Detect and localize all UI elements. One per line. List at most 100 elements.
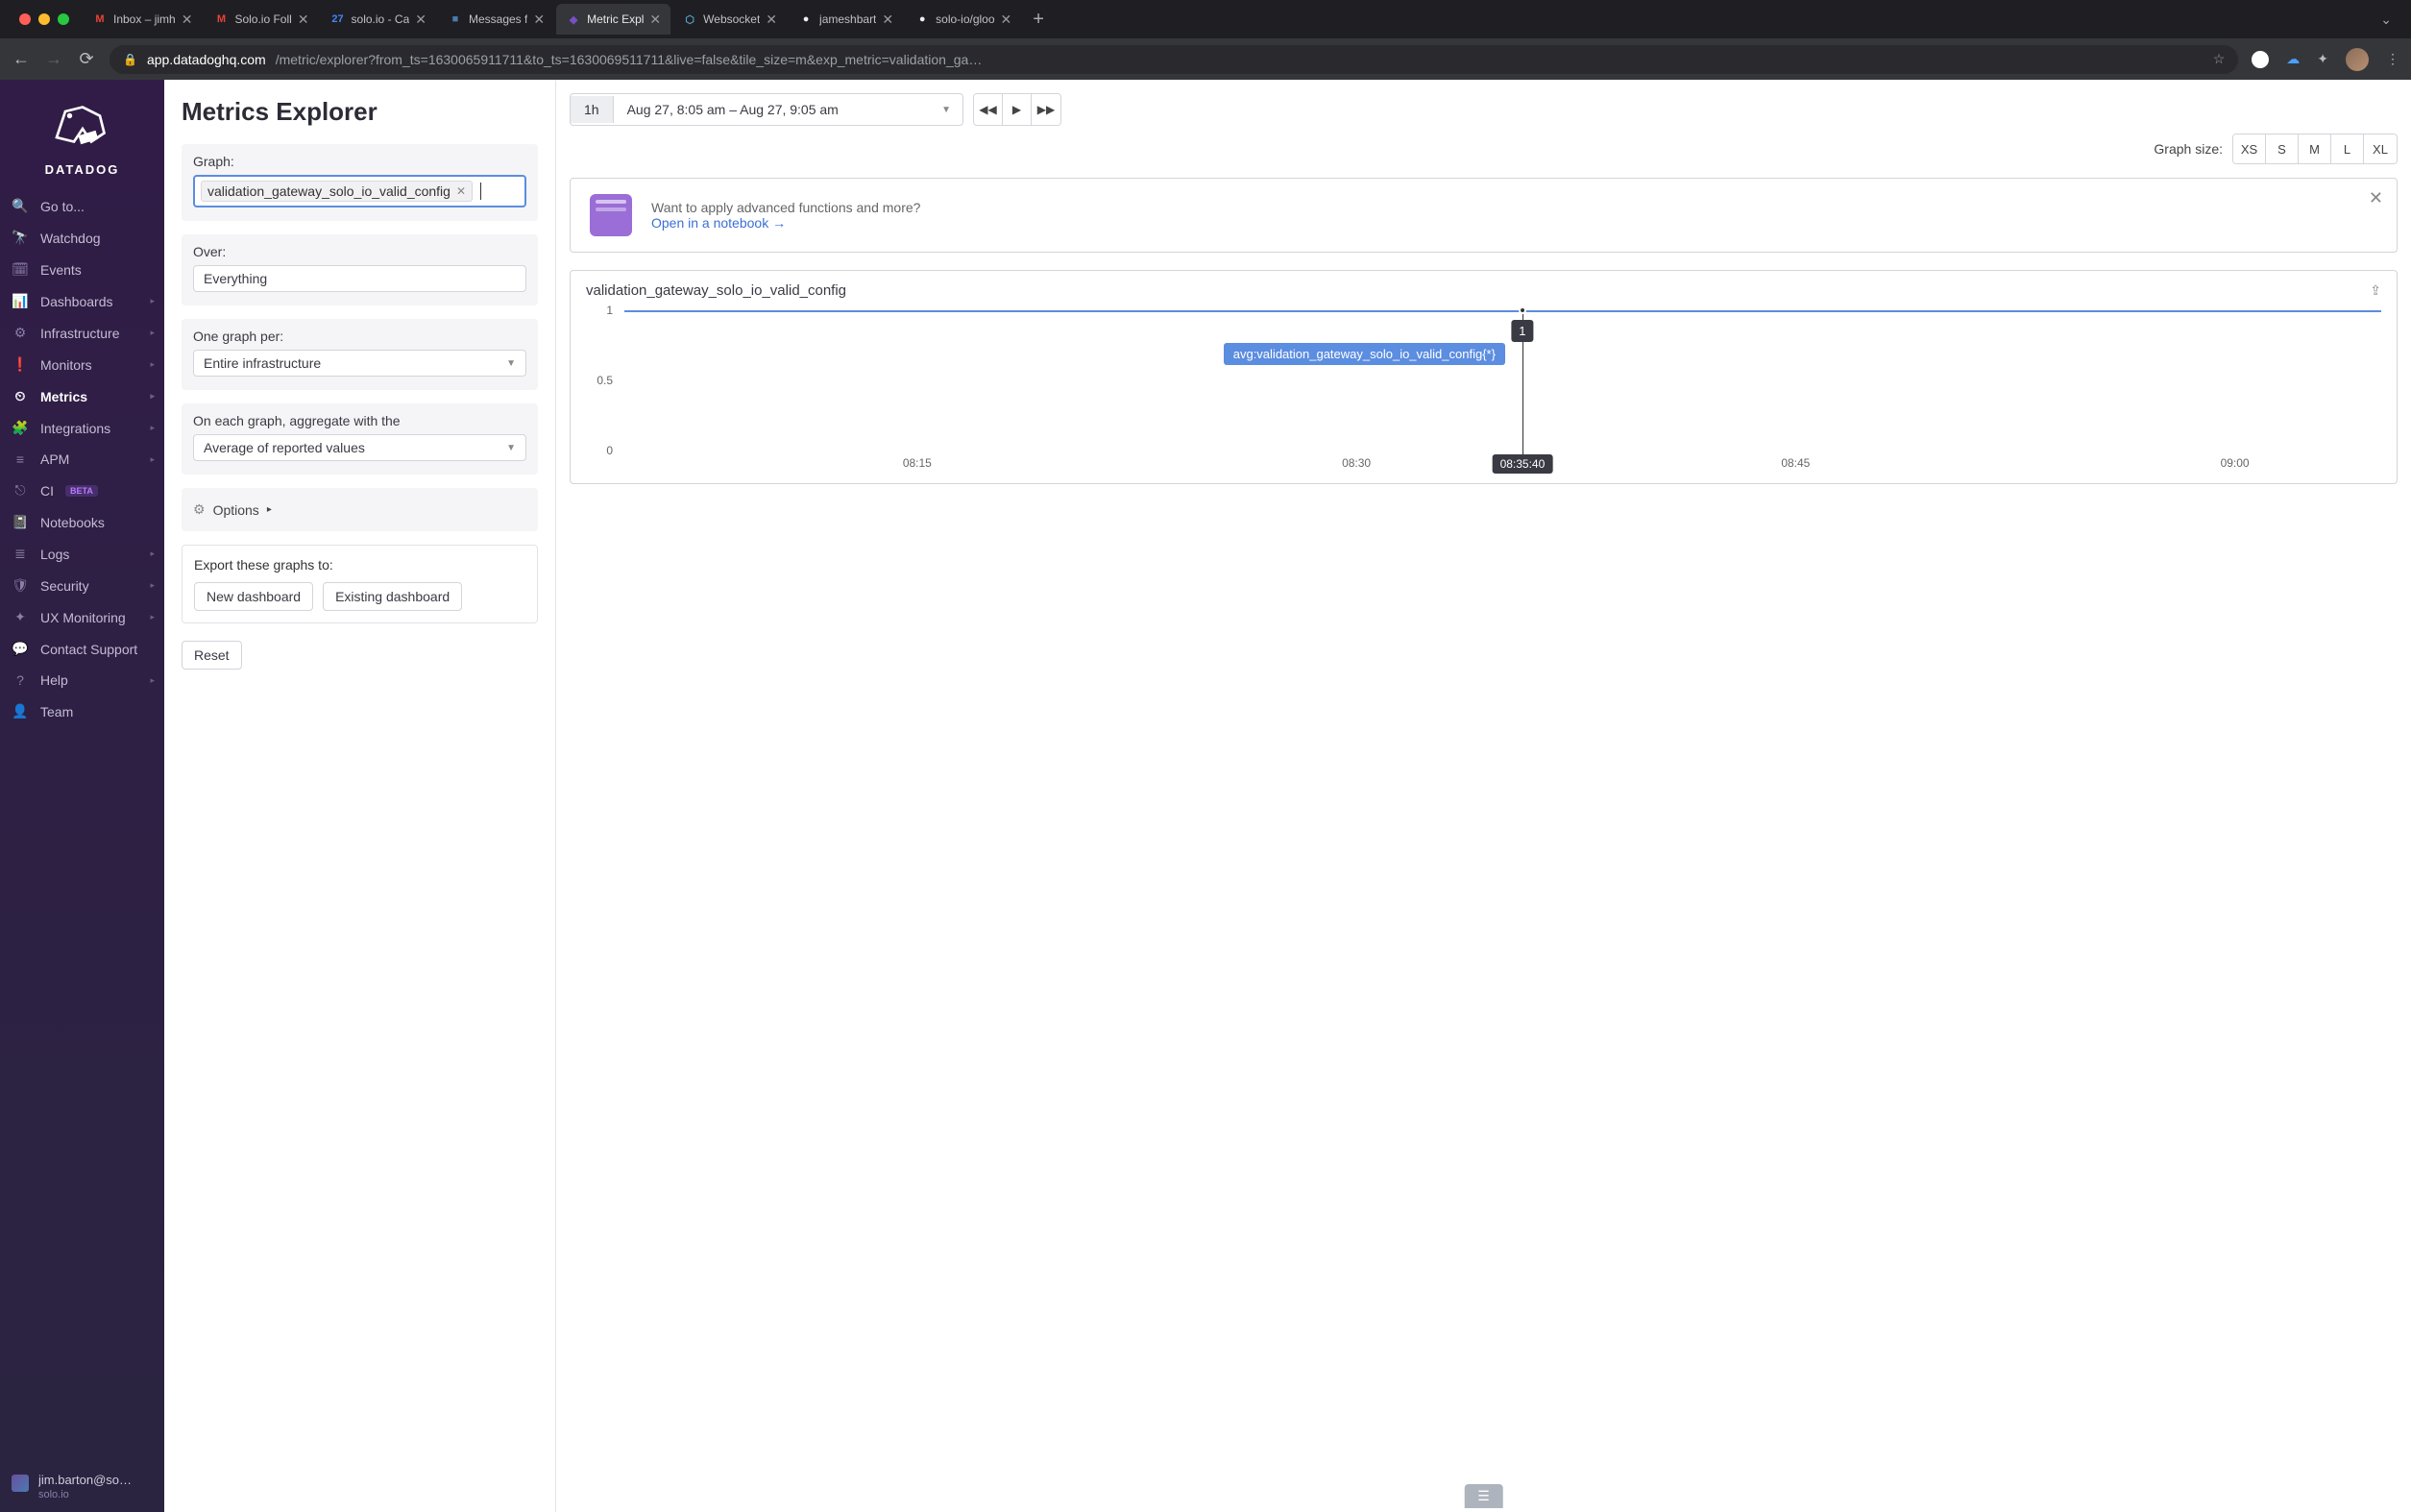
apm-icon: ≡	[12, 451, 29, 467]
minimize-window[interactable]	[38, 13, 50, 25]
back-button[interactable]: ←	[12, 49, 31, 69]
sidebar-item-notebooks[interactable]: 📓Notebooks	[0, 506, 164, 538]
sidebar-item-label: Dashboards	[40, 294, 113, 309]
favicon-icon: ●	[798, 12, 814, 27]
browser-tab[interactable]: 27solo.io - Ca✕	[321, 4, 436, 35]
app: DATADOG 🔍Go to...🔭Watchdog🗓Events📊Dashbo…	[0, 80, 2411, 1512]
favicon-icon: ⬡	[682, 12, 697, 27]
browser-tab[interactable]: ⬡Websocket✕	[672, 4, 787, 35]
gauge-icon: ⏲	[12, 388, 29, 404]
chart-plot[interactable]: 1avg:validation_gateway_solo_io_valid_co…	[624, 310, 2381, 451]
sidebar-item-label: Monitors	[40, 357, 92, 373]
sidebar-item-contact-support[interactable]: 💬Contact Support	[0, 633, 164, 665]
export-chart-icon[interactable]: ⇪	[2370, 282, 2381, 299]
forward-button[interactable]: ▶▶	[1032, 94, 1060, 125]
sidebar-item-apm[interactable]: ≡APM▸	[0, 444, 164, 475]
open-notebook-link[interactable]: Open in a notebook →	[651, 215, 920, 231]
sidebar-item-infrastructure[interactable]: ⚙Infrastructure▸	[0, 317, 164, 349]
favicon-icon: M	[92, 12, 108, 27]
legend-toggle-button[interactable]: ☰	[1464, 1484, 1503, 1508]
close-tab-icon[interactable]: ✕	[1001, 12, 1012, 28]
maximize-window[interactable]	[58, 13, 69, 25]
options-toggle[interactable]: ⚙ Options ▸	[182, 488, 538, 531]
close-window[interactable]	[19, 13, 31, 25]
forward-button[interactable]: →	[44, 49, 63, 69]
sidebar-item-security[interactable]: 🛡Security▸	[0, 570, 164, 601]
time-preset[interactable]: 1h	[571, 96, 614, 123]
sidebar-item-label: Help	[40, 672, 68, 688]
browser-tab[interactable]: ■Messages f✕	[438, 4, 554, 35]
caret-down-icon[interactable]: ▼	[930, 105, 962, 115]
extensions-icon[interactable]: ✦	[2317, 51, 2328, 67]
browser-tab[interactable]: MInbox – jimh✕	[83, 4, 202, 35]
chevron-right-icon: ▸	[150, 454, 155, 465]
reload-button[interactable]: ⟳	[77, 49, 96, 69]
chevron-right-icon: ▸	[150, 675, 155, 686]
sidebar-item-help[interactable]: ?Help▸	[0, 665, 164, 695]
play-button[interactable]: ▶	[1003, 94, 1032, 125]
window-controls[interactable]	[19, 13, 69, 25]
chevron-right-icon: ▸	[150, 296, 155, 306]
browser-tab[interactable]: ◆Metric Expl✕	[556, 4, 670, 35]
metric-input[interactable]: validation_gateway_solo_io_valid_config …	[193, 175, 526, 207]
new-dashboard-button[interactable]: New dashboard	[194, 582, 313, 611]
favicon-icon: ●	[914, 12, 930, 27]
size-l-button[interactable]: L	[2331, 134, 2364, 163]
sidebar-item-monitors[interactable]: ❗Monitors▸	[0, 349, 164, 380]
export-label: Export these graphs to:	[194, 557, 525, 573]
close-tab-icon[interactable]: ✕	[415, 12, 426, 28]
ux-icon: ✦	[12, 609, 29, 625]
sidebar-item-events[interactable]: 🗓Events	[0, 254, 164, 285]
size-xl-button[interactable]: XL	[2364, 134, 2397, 163]
extension-icon-2[interactable]: ☁	[2286, 51, 2300, 67]
size-s-button[interactable]: S	[2266, 134, 2299, 163]
tab-overflow-icon[interactable]: ⌄	[2369, 12, 2403, 28]
chart-area[interactable]: 00.51 1avg:validation_gateway_solo_io_va…	[586, 310, 2381, 474]
chevron-right-icon: ▸	[150, 423, 155, 433]
close-tab-icon[interactable]: ✕	[298, 12, 309, 28]
sidebar-item-logs[interactable]: ≣Logs▸	[0, 538, 164, 570]
close-tab-icon[interactable]: ✕	[182, 12, 193, 28]
rewind-button[interactable]: ◀◀	[974, 94, 1003, 125]
star-icon[interactable]: ☆	[2213, 51, 2226, 67]
profile-avatar[interactable]	[2346, 48, 2369, 71]
over-input[interactable]: Everything	[193, 265, 526, 292]
nav-user[interactable]: jim.barton@so… solo.io	[0, 1465, 164, 1512]
notebook-icon	[590, 194, 632, 236]
sidebar-item-go-to-[interactable]: 🔍Go to...	[0, 190, 164, 222]
chevron-right-icon: ▸	[150, 549, 155, 559]
browser-tab[interactable]: ●jameshbart✕	[789, 4, 903, 35]
new-tab-button[interactable]: +	[1023, 9, 1054, 31]
url-field[interactable]: 🔒 app.datadoghq.com/metric/explorer?from…	[110, 45, 2238, 74]
metric-tag[interactable]: validation_gateway_solo_io_valid_config …	[201, 181, 473, 202]
book-icon: 📓	[12, 514, 29, 530]
sidebar-item-ci[interactable]: ⎋CIBETA	[0, 475, 164, 506]
menu-icon[interactable]: ⋮	[2386, 51, 2399, 67]
sidebar-item-ux-monitoring[interactable]: ✦UX Monitoring▸	[0, 601, 164, 633]
sidebar-item-dashboards[interactable]: 📊Dashboards▸	[0, 285, 164, 317]
size-m-button[interactable]: M	[2299, 134, 2331, 163]
close-banner-icon[interactable]: ✕	[2369, 188, 2383, 208]
group-select[interactable]: Entire infrastructure ▼	[193, 350, 526, 377]
browser-tab[interactable]: MSolo.io Foll✕	[204, 4, 318, 35]
agg-select[interactable]: Average of reported values ▼	[193, 434, 526, 461]
close-tab-icon[interactable]: ✕	[766, 12, 777, 28]
sidebar-item-watchdog[interactable]: 🔭Watchdog	[0, 222, 164, 254]
size-xs-button[interactable]: XS	[2233, 134, 2266, 163]
extension-icon-1[interactable]	[2252, 51, 2269, 68]
sidebar-item-metrics[interactable]: ⏲Metrics▸	[0, 380, 164, 412]
sidebar-item-integrations[interactable]: 🧩Integrations▸	[0, 412, 164, 444]
existing-dashboard-button[interactable]: Existing dashboard	[323, 582, 462, 611]
reset-button[interactable]: Reset	[182, 641, 242, 670]
hover-time-label: 08:35:40	[1493, 454, 1553, 474]
browser-tab[interactable]: ●solo-io/gloo✕	[905, 4, 1021, 35]
time-range-picker[interactable]: 1h Aug 27, 8:05 am – Aug 27, 9:05 am ▼	[570, 93, 963, 126]
remove-tag-icon[interactable]: ✕	[456, 184, 466, 198]
close-tab-icon[interactable]: ✕	[533, 12, 545, 28]
logo[interactable]: DATADOG	[0, 87, 164, 190]
datadog-logo-icon	[39, 93, 126, 156]
sidebar-item-team[interactable]: 👤Team	[0, 695, 164, 727]
close-tab-icon[interactable]: ✕	[882, 12, 893, 28]
close-tab-icon[interactable]: ✕	[649, 12, 661, 28]
group-label: One graph per:	[193, 329, 526, 344]
